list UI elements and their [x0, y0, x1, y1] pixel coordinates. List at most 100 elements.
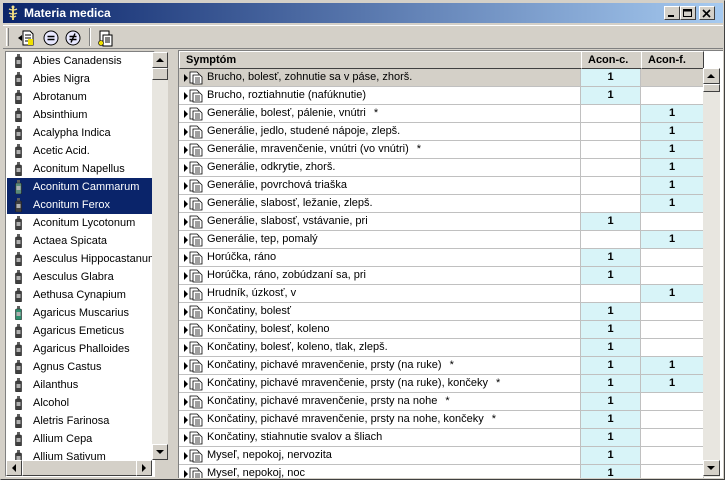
value-cell-acon-f[interactable]: 1	[641, 375, 704, 393]
value-cell-acon-c[interactable]	[581, 159, 641, 177]
remedy-list[interactable]: Abies Canadensis Abies Nigra Abrotanum Absi…	[5, 51, 155, 477]
table-row[interactable]: Končatiny, pichavé mravenčenie, prsty (n…	[179, 375, 704, 393]
symptom-cell[interactable]: Hrudník, úzkosť, v	[179, 285, 581, 303]
value-cell-acon-f[interactable]: 1	[641, 105, 704, 123]
table-row[interactable]: Končatiny, pichavé mravenčenie, prsty (n…	[179, 357, 704, 375]
value-cell-acon-c[interactable]: 1	[581, 267, 641, 285]
value-cell-acon-c[interactable]: 1	[581, 375, 641, 393]
symptom-cell[interactable]: Myseľ, nepokoj, nervozita	[179, 447, 581, 465]
grid-vertical-scrollbar[interactable]	[703, 68, 720, 477]
value-cell-acon-c[interactable]	[581, 231, 641, 249]
panel-splitter[interactable]	[171, 51, 177, 477]
value-cell-acon-f[interactable]: 1	[641, 123, 704, 141]
symptom-cell[interactable]: Generálie, odkrytie, zhorš.	[179, 159, 581, 177]
remedy-list-item[interactable]: Acalypha Indica	[7, 124, 154, 142]
table-row[interactable]: Myseľ, nepokoj, nervozita 1	[179, 447, 704, 465]
scroll-up-button[interactable]	[152, 52, 168, 68]
table-row[interactable]: Končatiny, bolesť, koleno 1	[179, 321, 704, 339]
remedy-list-vertical-scrollbar[interactable]	[152, 52, 168, 460]
table-row[interactable]: Generálie, tep, pomalý 1	[179, 231, 704, 249]
value-cell-acon-f[interactable]: 1	[641, 285, 704, 303]
scroll-right-button[interactable]	[136, 460, 152, 476]
maximize-button[interactable]	[680, 6, 696, 20]
value-cell-acon-c[interactable]: 1	[581, 411, 641, 429]
value-cell-acon-c[interactable]	[581, 141, 641, 159]
table-row[interactable]: Končatiny, pichavé mravenčenie, prsty na…	[179, 393, 704, 411]
table-row[interactable]: Generálie, jedlo, studené nápoje, zlepš.…	[179, 123, 704, 141]
toolbar-grip[interactable]	[6, 28, 9, 46]
value-cell-acon-f[interactable]	[641, 339, 704, 357]
remedy-list-item[interactable]: Aconitum Ferox	[7, 196, 154, 214]
value-cell-acon-f[interactable]	[641, 411, 704, 429]
table-row[interactable]: Končatiny, bolesť 1	[179, 303, 704, 321]
value-cell-acon-c[interactable]: 1	[581, 357, 641, 375]
value-cell-acon-f[interactable]: 1	[641, 177, 704, 195]
compare-button[interactable]	[94, 28, 116, 48]
symptom-cell[interactable]: Končatiny, stiahnutie svalov a šliach	[179, 429, 581, 447]
value-cell-acon-f[interactable]	[641, 249, 704, 267]
value-cell-acon-c[interactable]: 1	[581, 303, 641, 321]
symptom-cell[interactable]: Končatiny, pichavé mravenčenie, prsty (n…	[179, 357, 581, 375]
remedy-list-item[interactable]: Alcohol	[7, 394, 154, 412]
value-cell-acon-f[interactable]: 1	[641, 159, 704, 177]
value-cell-acon-c[interactable]: 1	[581, 249, 641, 267]
symptom-cell[interactable]: Generálie, mravenčenie, vnútri (vo vnútr…	[179, 141, 581, 159]
close-button[interactable]	[699, 6, 715, 20]
minimize-button[interactable]	[664, 6, 680, 20]
symptom-cell[interactable]: Horúčka, ráno, zobúdzaní sa, pri	[179, 267, 581, 285]
table-row[interactable]: Myseľ, nepokoj, noc 1	[179, 465, 704, 478]
symptom-cell[interactable]: Končatiny, pichavé mravenčenie, prsty (n…	[179, 375, 581, 393]
value-cell-acon-f[interactable]	[641, 267, 704, 285]
symptom-cell[interactable]: Brucho, roztiahnutie (nafúknutie)	[179, 87, 581, 105]
remedy-list-item[interactable]: Abies Nigra	[7, 70, 154, 88]
table-row[interactable]: Hrudník, úzkosť, v 1	[179, 285, 704, 303]
table-row[interactable]: Brucho, bolesť, zohnutie sa v páse, zhor…	[179, 69, 704, 87]
remedy-list-item[interactable]: Absinthium	[7, 106, 154, 124]
value-cell-acon-f[interactable]	[641, 87, 704, 105]
symptom-cell[interactable]: Brucho, bolesť, zohnutie sa v páse, zhor…	[179, 69, 581, 87]
remedy-list-item[interactable]: Agaricus Muscarius	[7, 304, 154, 322]
remedy-list-item[interactable]: Agnus Castus	[7, 358, 154, 376]
remedy-list-item[interactable]: Aconitum Napellus	[7, 160, 154, 178]
symptom-cell[interactable]: Horúčka, ráno	[179, 249, 581, 267]
value-cell-acon-f[interactable]: 1	[641, 195, 704, 213]
symptom-cell[interactable]: Myseľ, nepokoj, noc	[179, 465, 581, 478]
table-row[interactable]: Končatiny, pichavé mravenčenie, prsty na…	[179, 411, 704, 429]
remedy-list-item[interactable]: Actaea Spicata	[7, 232, 154, 250]
remedy-list-item[interactable]: Agaricus Phalloides	[7, 340, 154, 358]
value-cell-acon-c[interactable]: 1	[581, 213, 641, 231]
column-header-acon-f[interactable]: Acon-f.	[641, 51, 704, 69]
remedy-list-item[interactable]: Aletris Farinosa	[7, 412, 154, 430]
symptom-cell[interactable]: Končatiny, pichavé mravenčenie, prsty na…	[179, 411, 581, 429]
table-row[interactable]: Generálie, slabosť, vstávanie, pri 1	[179, 213, 704, 231]
scroll-thumb-horizontal[interactable]	[22, 460, 140, 476]
value-cell-acon-f[interactable]	[641, 465, 704, 478]
value-cell-acon-f[interactable]	[641, 447, 704, 465]
value-cell-acon-c[interactable]: 1	[581, 339, 641, 357]
value-cell-acon-f[interactable]	[641, 393, 704, 411]
symptom-cell[interactable]: Končatiny, bolesť, koleno, tlak, zlepš.	[179, 339, 581, 357]
value-cell-acon-c[interactable]	[581, 123, 641, 141]
remedy-list-item[interactable]: Allium Cepa	[7, 430, 154, 448]
table-row[interactable]: Horúčka, ráno, zobúdzaní sa, pri 1	[179, 267, 704, 285]
value-cell-acon-f[interactable]: 1	[641, 231, 704, 249]
symptom-cell[interactable]: Generálie, povrchová triaška	[179, 177, 581, 195]
value-cell-acon-f[interactable]	[641, 321, 704, 339]
remedy-list-item[interactable]: Aethusa Cynapium	[7, 286, 154, 304]
symptom-cell[interactable]: Generálie, bolesť, pálenie, vnútri *	[179, 105, 581, 123]
grid-scroll-thumb[interactable]	[703, 84, 720, 92]
value-cell-acon-c[interactable]: 1	[581, 465, 641, 478]
symptom-cell[interactable]: Generálie, slabosť, vstávanie, pri	[179, 213, 581, 231]
equal-button[interactable]	[40, 28, 62, 48]
title-bar[interactable]: Materia medica	[3, 3, 723, 23]
value-cell-acon-f[interactable]	[641, 213, 704, 231]
value-cell-acon-c[interactable]	[581, 285, 641, 303]
value-cell-acon-c[interactable]: 1	[581, 87, 641, 105]
value-cell-acon-c[interactable]: 1	[581, 321, 641, 339]
value-cell-acon-f[interactable]	[641, 303, 704, 321]
remedy-list-item[interactable]: Acetic Acid.	[7, 142, 154, 160]
symptom-cell[interactable]: Generálie, jedlo, studené nápoje, zlepš.	[179, 123, 581, 141]
scroll-thumb[interactable]	[152, 68, 168, 80]
remedy-list-item[interactable]: Agaricus Emeticus	[7, 322, 154, 340]
table-row[interactable]: Končatiny, stiahnutie svalov a šliach 1	[179, 429, 704, 447]
